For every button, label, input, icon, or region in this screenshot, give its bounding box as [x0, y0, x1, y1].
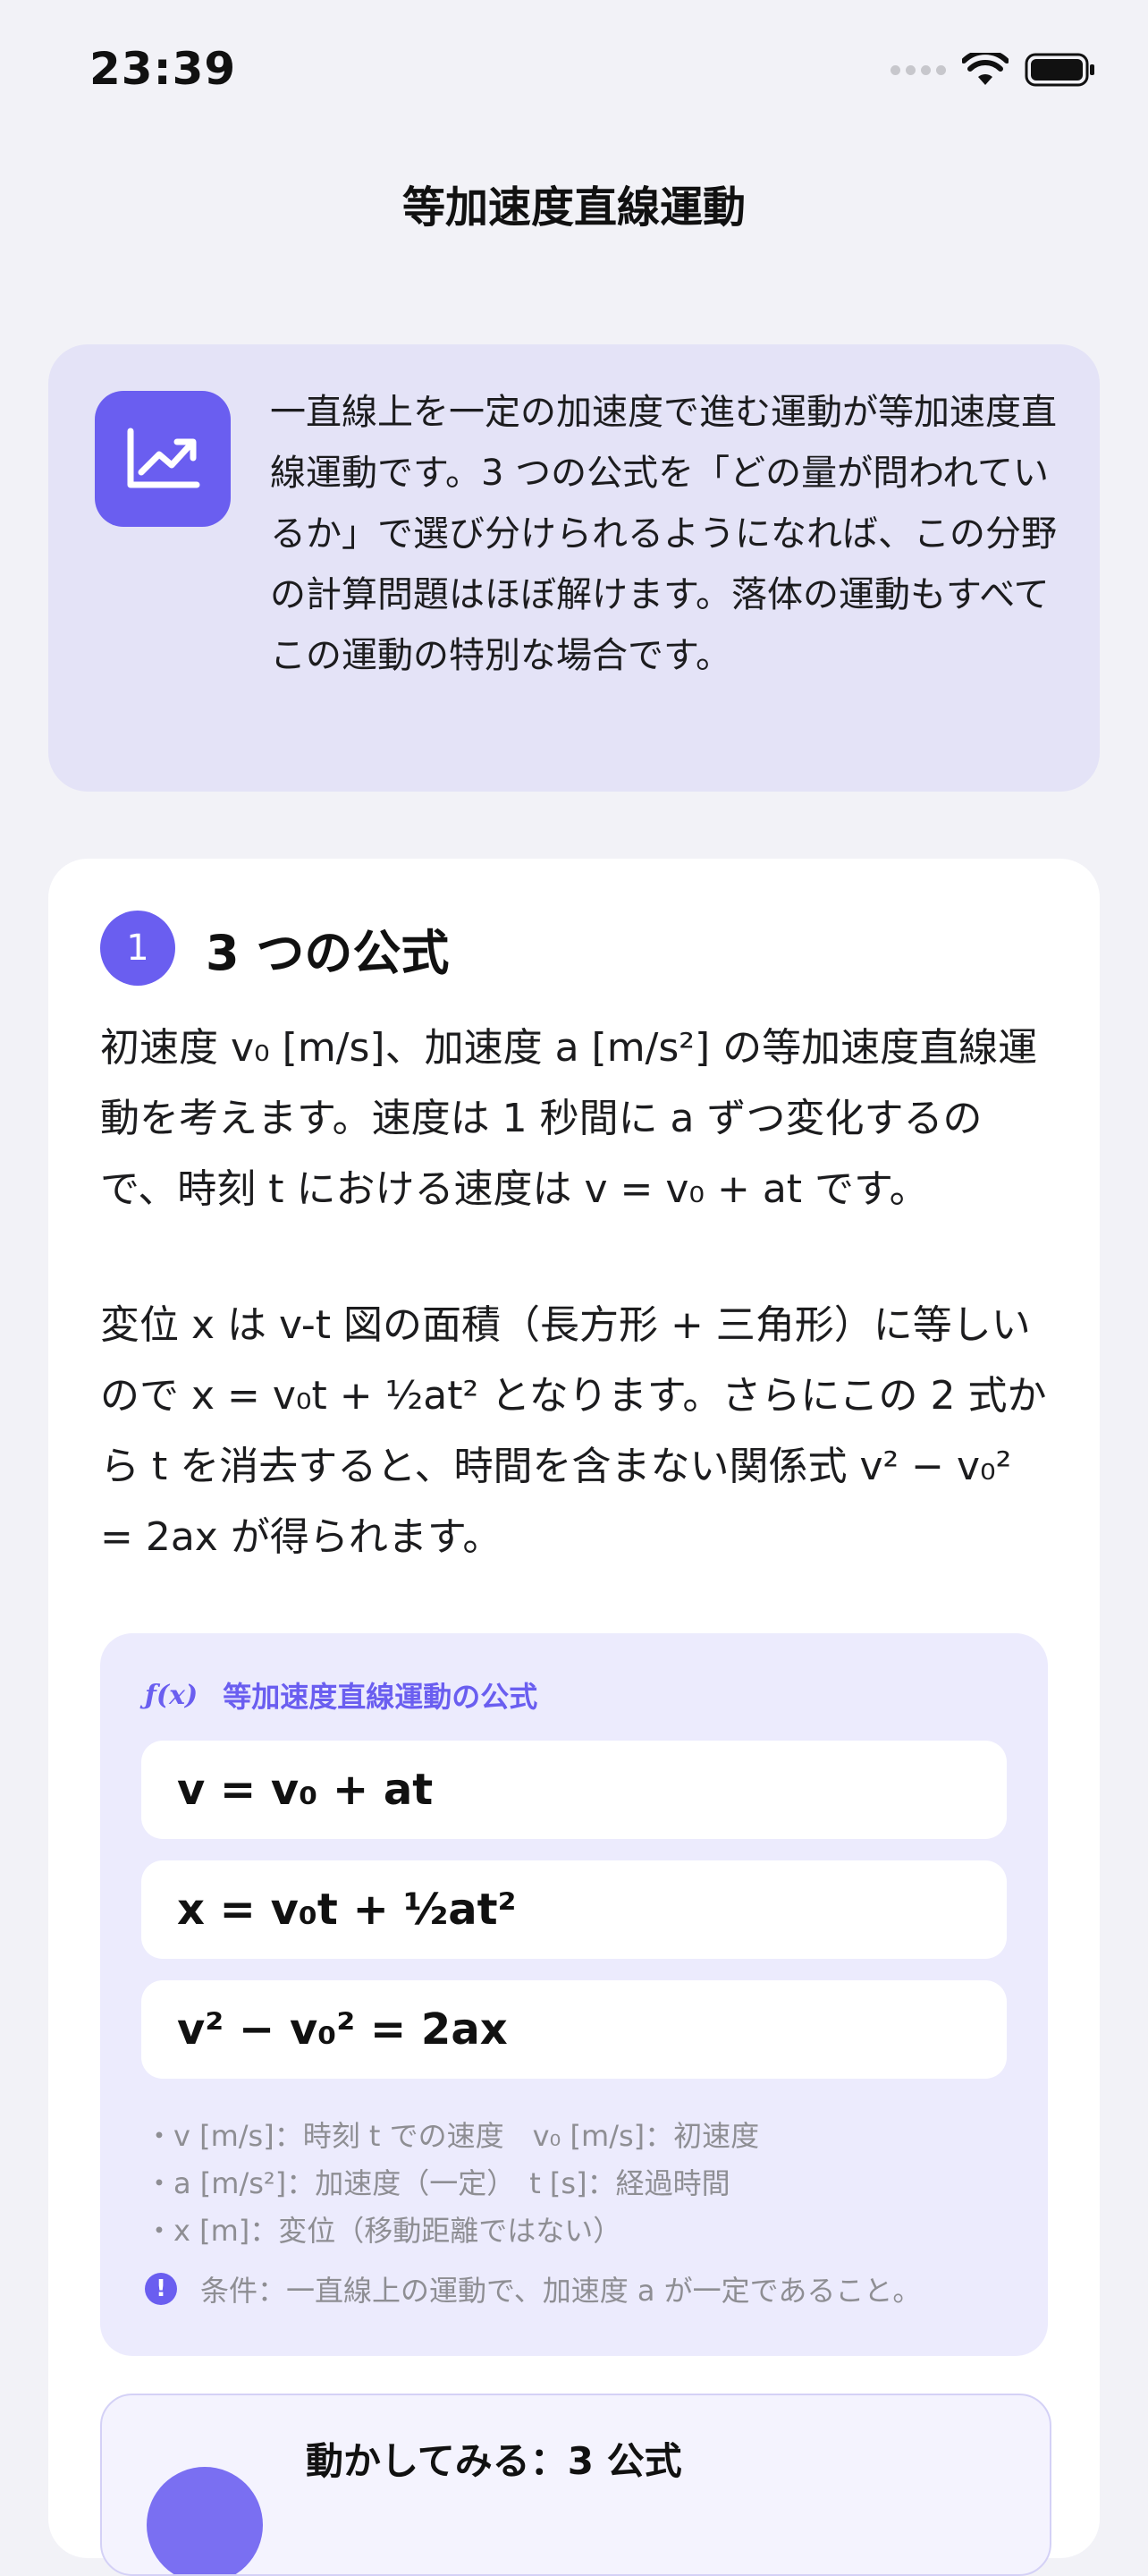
section-header: 1 3 つの公式: [100, 911, 449, 986]
section-number-badge: 1: [100, 911, 175, 986]
variable-note: ・v [m/s]：時刻 t での速度 v₀ [m/s]：初速度: [145, 2119, 760, 2153]
condition-note: ! 条件：一直線上の運動で、加速度 a が一定であること。: [145, 2268, 921, 2309]
formula-row: x = v₀t + ½at²: [141, 1860, 1007, 1959]
formula-box-title: 等加速度直線運動の公式: [223, 1680, 538, 1714]
variable-note: ・a [m/s²]：加速度（一定） t [s]：経過時間: [145, 2166, 730, 2200]
status-time: 23:39: [89, 43, 237, 95]
exclamation-icon: !: [145, 2273, 177, 2305]
formula-box-header: ƒ(x) 等加速度直線運動の公式: [145, 1674, 537, 1716]
cellular-signal-icon: [891, 64, 946, 75]
formula-row: v² − v₀² = 2ax: [141, 1980, 1007, 2079]
variable-notes: ・v [m/s]：時刻 t での速度 v₀ [m/s]：初速度 ・a [m/s²…: [145, 2113, 759, 2255]
intro-card: 一直線上を一定の加速度で進む運動が等加速度直線運動です。3 つの公式を「どの量が…: [48, 344, 1100, 792]
intro-text: 一直線上を一定の加速度で進む運動が等加速度直線運動です。3 つの公式を「どの量が…: [270, 392, 1057, 676]
page-title: 等加速度直線運動: [401, 182, 746, 233]
section-title: 3 つの公式: [206, 924, 450, 981]
formula-section-card: 1 3 つの公式 初速度 v₀ [m/s]、加速度 a [m/s²] の等加速度…: [48, 859, 1100, 2576]
status-icons: [891, 52, 1096, 88]
demo-title: 動かしてみる：3 公式: [306, 2439, 682, 2483]
function-icon: ƒ(x): [145, 1679, 198, 1711]
status-bar: 23:39: [0, 0, 1148, 143]
section-paragraph: 初速度 v₀ [m/s]、加速度 a [m/s²] の等加速度直線運動を考えます…: [100, 1025, 1038, 1212]
condition-text: 条件：一直線上の運動で、加速度 a が一定であること。: [200, 2274, 922, 2308]
battery-icon: [1025, 53, 1094, 87]
chart-line-icon: [95, 391, 231, 527]
play-icon: [147, 2467, 263, 2574]
formula-box: ƒ(x) 等加速度直線運動の公式 v = v₀ + at x = v₀t + ½…: [100, 1633, 1048, 2356]
formula-row: v = v₀ + at: [141, 1741, 1007, 1839]
section-paragraph: 変位 x は v-t 図の面積（長方形 + 三角形）に等しいので x = v₀t…: [100, 1302, 1047, 1560]
variable-note: ・x [m]：変位（移動距離ではない）: [145, 2214, 622, 2248]
wifi-icon: [962, 53, 1009, 85]
interactive-demo-card[interactable]: 動かしてみる：3 公式: [100, 2394, 1051, 2576]
